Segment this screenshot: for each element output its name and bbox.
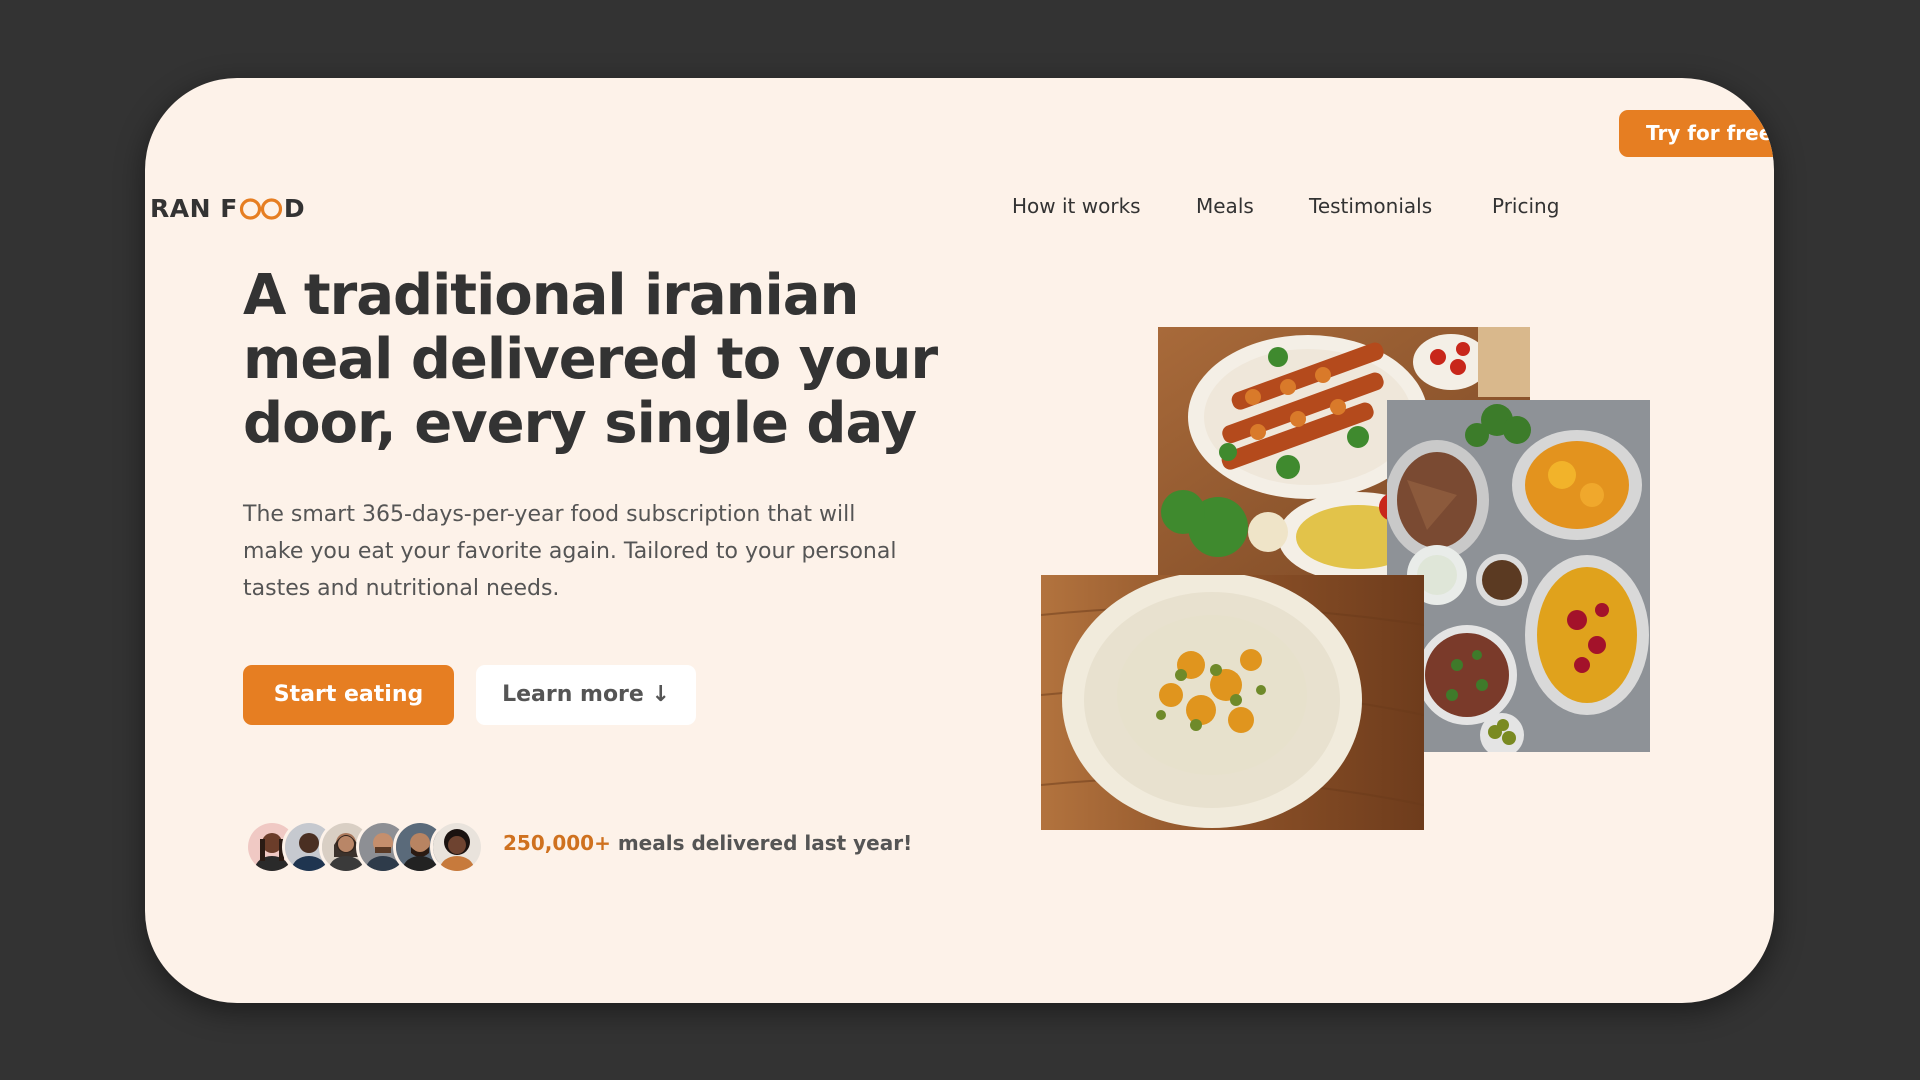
meals-delivered-text: meals delivered last year! [610,831,913,855]
logo[interactable]: RAN F D [150,194,305,223]
meals-delivered-stat: 250,000+ meals delivered last year! [503,831,912,855]
try-for-free-button[interactable]: Try for free [1619,110,1774,157]
learn-more-button[interactable]: Learn more ↓ [476,665,696,725]
nav-link-pricing[interactable]: Pricing [1492,194,1559,218]
customer-avatar [430,820,484,874]
customer-avatars [245,820,490,874]
nav-link-testimonials[interactable]: Testimonials [1309,194,1432,218]
nav-link-how-it-works[interactable]: How it works [1012,194,1141,218]
logo-text-left: RAN F [150,194,238,223]
meals-delivered-count: 250,000+ [503,831,611,855]
rice-plate-image [1041,575,1424,830]
logo-infinity-icon [239,197,283,221]
nav-link-meals[interactable]: Meals [1196,194,1254,218]
hero-description: The smart 365-days-per-year food subscri… [243,502,897,601]
hero-headline: A traditional iranian meal delivered to … [243,263,938,456]
start-eating-button[interactable]: Start eating [243,665,454,725]
landing-page-frame: RAN F D How it works Meals Testimonials … [145,78,1774,1003]
logo-text-right: D [283,194,306,223]
persian-stews-image [1387,400,1650,752]
